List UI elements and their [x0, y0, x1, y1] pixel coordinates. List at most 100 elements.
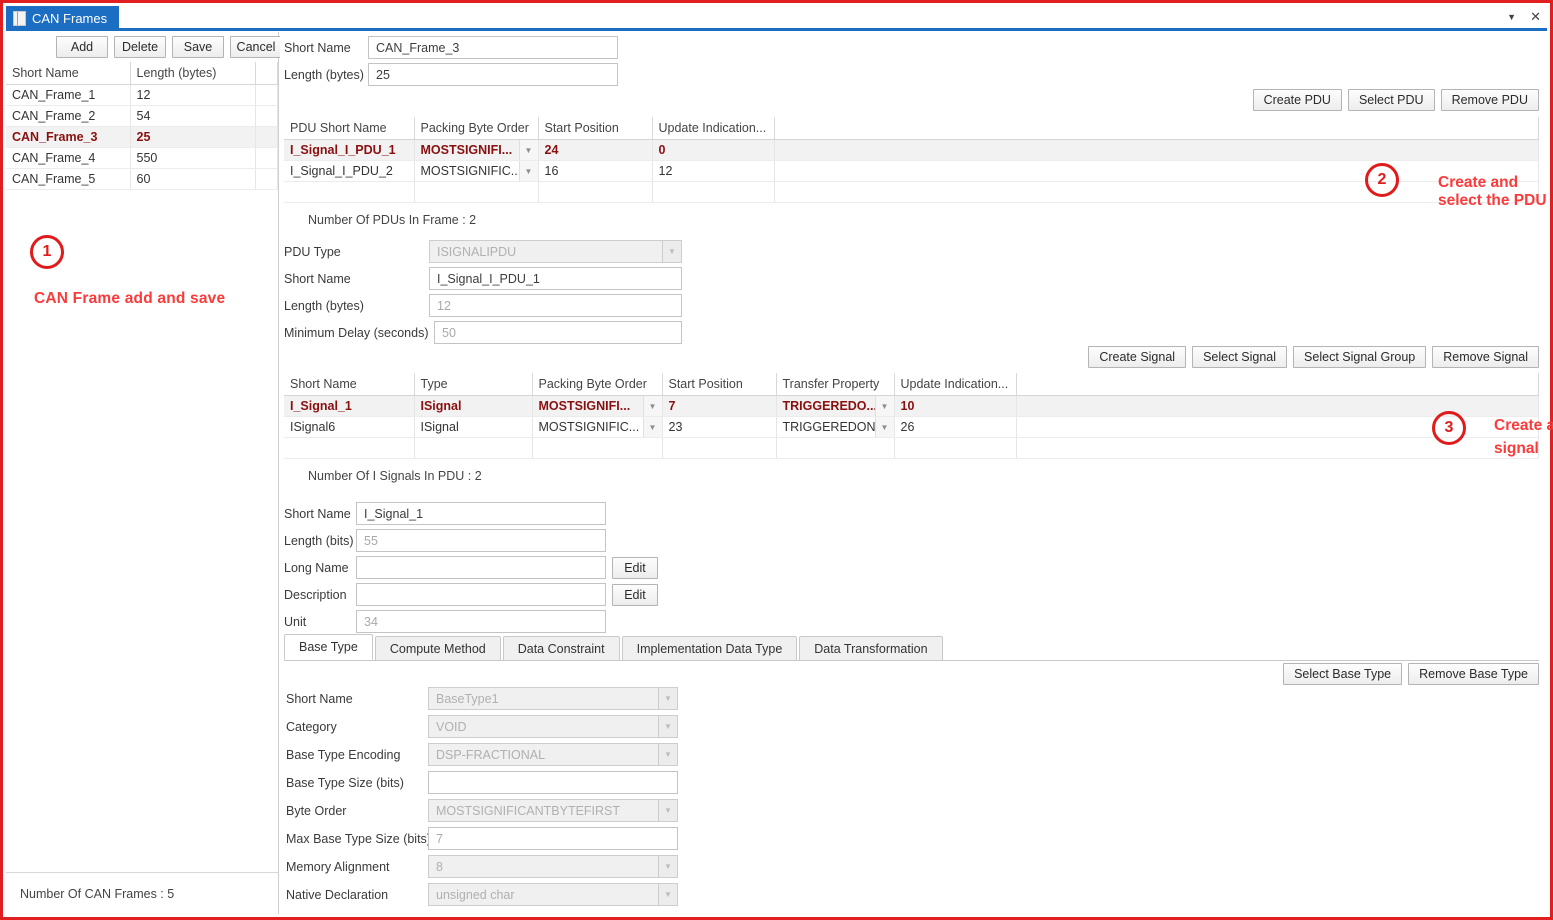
signal-unit-row: Unit 34	[284, 610, 658, 633]
cell-signal-packing-byte-order[interactable]: MOSTSIGNIFI... ▼	[532, 395, 663, 417]
table-row[interactable]: CAN_Frame_1 12	[6, 84, 278, 106]
column-header-signal-start-position[interactable]: Start Position	[662, 373, 777, 396]
base-type-toolbar: Select Base Type Remove Base Type	[1283, 663, 1539, 685]
pdu-length-field[interactable]: 12	[429, 294, 682, 317]
delete-button[interactable]: Delete	[114, 36, 166, 58]
table-row-selected[interactable]: CAN_Frame_3 25	[6, 126, 278, 148]
column-header-signal-transfer-property[interactable]: Transfer Property	[776, 373, 895, 396]
column-header-length[interactable]: Length (bytes)	[130, 62, 256, 85]
close-icon[interactable]: ✕	[1530, 8, 1541, 26]
tab-base-type[interactable]: Base Type	[284, 634, 373, 660]
select-signal-button[interactable]: Select Signal	[1192, 346, 1288, 368]
table-header-row: Short Name Length (bytes)	[6, 62, 278, 85]
cell-empty	[284, 181, 415, 203]
table-row[interactable]: I_Signal_I_PDU_2 MOSTSIGNIFIC... ▼ 16 12	[284, 160, 1539, 182]
column-header-signal-type[interactable]: Type	[414, 373, 533, 396]
chevron-down-icon[interactable]: ▼	[874, 396, 893, 416]
table-row-selected[interactable]: I_Signal_I_PDU_1 MOSTSIGNIFI... ▼ 24 0	[284, 139, 1539, 161]
chevron-down-icon[interactable]: ▼	[658, 856, 677, 877]
signal-length-field[interactable]: 55	[356, 529, 606, 552]
table-row[interactable]: CAN_Frame_4 550	[6, 147, 278, 169]
chevron-down-icon[interactable]: ▼	[658, 800, 677, 821]
table-row-selected[interactable]: I_Signal_1 ISignal MOSTSIGNIFI... ▼ 7 TR…	[284, 395, 1539, 417]
cell-pdu-packing-byte-order[interactable]: MOSTSIGNIFI... ▼	[414, 139, 539, 161]
cell-pdu-short-name: I_Signal_I_PDU_2	[284, 160, 415, 182]
table-row[interactable]: CAN_Frame_2 54	[6, 105, 278, 127]
cell-signal-transfer-property[interactable]: TRIGGEREDO... ▼	[776, 395, 895, 417]
chevron-down-icon[interactable]: ▼	[658, 884, 677, 905]
pdu-short-name-row: Short Name I_Signal_I_PDU_1	[284, 267, 682, 290]
remove-base-type-button[interactable]: Remove Base Type	[1408, 663, 1539, 685]
base-type-size-field[interactable]	[428, 771, 678, 794]
create-pdu-button[interactable]: Create PDU	[1252, 89, 1342, 111]
caret-down-icon[interactable]: ▼	[1507, 8, 1516, 26]
select-base-type-button[interactable]: Select Base Type	[1283, 663, 1403, 685]
frame-short-name-field[interactable]: CAN_Frame_3	[368, 36, 618, 59]
max-base-type-size-field[interactable]: 7	[428, 827, 678, 850]
native-declaration-combo[interactable]: unsigned char ▼	[428, 883, 678, 906]
max-base-type-size-label: Max Base Type Size (bits)	[286, 831, 431, 846]
table-row[interactable]: CAN_Frame_5 60	[6, 168, 278, 190]
cancel-button[interactable]: Cancel	[230, 36, 282, 58]
cell-signal-transfer-property[interactable]: TRIGGEREDON... ▼	[776, 416, 895, 438]
base-type-category-combo[interactable]: VOID ▼	[428, 715, 678, 738]
signal-short-name-row: Short Name I_Signal_1	[284, 502, 658, 525]
column-header-signal-short-name[interactable]: Short Name	[284, 373, 415, 396]
pdu-type-combo[interactable]: ISIGNALIPDU ▼	[429, 240, 682, 263]
pdu-count-status: Number Of PDUs In Frame : 2	[308, 213, 477, 227]
pdu-minimum-delay-field[interactable]: 50	[434, 321, 682, 344]
cell-signal-packing-byte-order[interactable]: MOSTSIGNIFIC... ▼	[532, 416, 663, 438]
signal-short-name-field[interactable]: I_Signal_1	[356, 502, 606, 525]
create-signal-button[interactable]: Create Signal	[1088, 346, 1187, 368]
long-name-edit-button[interactable]: Edit	[612, 556, 658, 579]
select-pdu-button[interactable]: Select PDU	[1347, 89, 1435, 111]
cell-empty	[532, 437, 663, 459]
frame-length-field[interactable]: 25	[368, 63, 618, 86]
description-edit-button[interactable]: Edit	[612, 583, 658, 606]
signal-long-name-field[interactable]	[356, 556, 606, 579]
remove-pdu-button[interactable]: Remove PDU	[1440, 89, 1539, 111]
tab-compute-method[interactable]: Compute Method	[374, 636, 501, 660]
cell-length: 60	[130, 168, 256, 190]
chevron-down-icon[interactable]: ▼	[518, 140, 537, 160]
chevron-down-icon[interactable]: ▼	[658, 716, 677, 737]
pdu-minimum-delay-row: Minimum Delay (seconds) 50	[284, 321, 682, 344]
tab-implementation-data-type[interactable]: Implementation Data Type	[621, 636, 798, 660]
column-header-pdu-update-indication[interactable]: Update Indication...	[652, 117, 775, 140]
column-header-signal-packing-byte-order[interactable]: Packing Byte Order	[532, 373, 663, 396]
column-header-pdu-packing-byte-order[interactable]: Packing Byte Order	[414, 117, 539, 140]
cell-value: TRIGGEREDON...	[782, 420, 886, 434]
column-header-short-name[interactable]: Short Name	[6, 62, 131, 85]
cell-spacer	[774, 181, 1539, 203]
document-tab-can-frames[interactable]: CAN Frames	[6, 6, 120, 31]
base-type-byte-order-combo[interactable]: MOSTSIGNIFICANTBYTEFIRST ▼	[428, 799, 678, 822]
base-type-encoding-combo[interactable]: DSP-FRACTIONAL ▼	[428, 743, 678, 766]
chevron-down-icon[interactable]: ▼	[642, 417, 661, 437]
chevron-down-icon[interactable]: ▼	[874, 417, 893, 437]
chevron-down-icon[interactable]: ▼	[518, 161, 537, 181]
chevron-down-icon[interactable]: ▼	[658, 688, 677, 709]
signal-description-row: Description Edit	[284, 583, 658, 606]
memory-alignment-combo[interactable]: 8 ▼	[428, 855, 678, 878]
tab-data-transformation[interactable]: Data Transformation	[799, 636, 943, 660]
cell-pdu-packing-byte-order[interactable]: MOSTSIGNIFIC... ▼	[414, 160, 539, 182]
signal-unit-field[interactable]: 34	[356, 610, 606, 633]
remove-signal-button[interactable]: Remove Signal	[1432, 346, 1539, 368]
chevron-down-icon[interactable]: ▼	[658, 744, 677, 765]
chevron-down-icon[interactable]: ▼	[662, 241, 681, 262]
cell-spacer	[1016, 395, 1539, 417]
chevron-down-icon[interactable]: ▼	[642, 396, 661, 416]
signal-description-field[interactable]	[356, 583, 606, 606]
select-signal-group-button[interactable]: Select Signal Group	[1293, 346, 1427, 368]
cell-value: MOSTSIGNIFI...	[420, 143, 513, 157]
column-header-signal-update-indication[interactable]: Update Indication...	[894, 373, 1017, 396]
column-header-pdu-start-position[interactable]: Start Position	[538, 117, 653, 140]
table-row-empty	[284, 181, 1539, 203]
table-row[interactable]: ISignal6 ISignal MOSTSIGNIFIC... ▼ 23 TR…	[284, 416, 1539, 438]
base-type-short-name-combo[interactable]: BaseType1 ▼	[428, 687, 678, 710]
save-button[interactable]: Save	[172, 36, 224, 58]
column-header-pdu-short-name[interactable]: PDU Short Name	[284, 117, 415, 140]
tab-data-constraint[interactable]: Data Constraint	[502, 636, 620, 660]
pdu-short-name-field[interactable]: I_Signal_I_PDU_1	[429, 267, 682, 290]
add-button[interactable]: Add	[56, 36, 108, 58]
